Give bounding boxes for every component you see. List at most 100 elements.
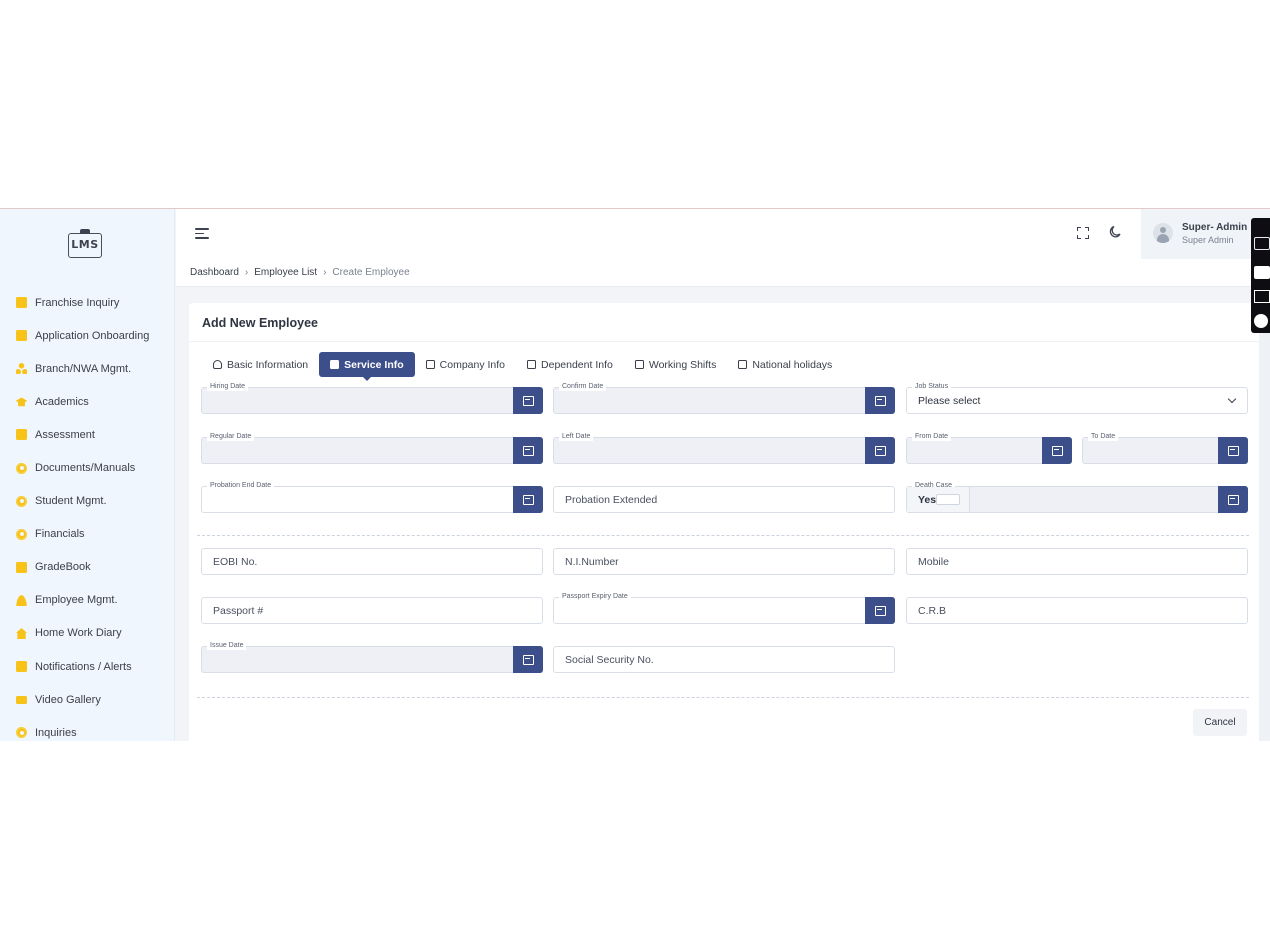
calendar-icon[interactable] xyxy=(1042,437,1072,464)
eobi-no-input[interactable]: EOBI No. xyxy=(201,548,543,575)
sidebar-item-label: GradeBook xyxy=(35,561,91,574)
sidebar-item-financials[interactable]: Financials xyxy=(0,518,175,551)
calendar-icon[interactable] xyxy=(513,486,543,513)
death-case-field[interactable]: Death Case Yes xyxy=(906,481,1248,513)
graduation-cap-icon xyxy=(16,397,27,407)
sidebar-item-label: Assessment xyxy=(35,428,95,441)
sitemap-icon xyxy=(527,360,537,369)
death-case-checkbox[interactable] xyxy=(936,494,960,505)
file-icon xyxy=(16,429,27,441)
field-label: To Date xyxy=(1088,432,1119,441)
sidebar-item-label: Documents/Manuals xyxy=(35,462,136,475)
calendar-icon[interactable] xyxy=(865,437,895,464)
tab-label: Working Shifts xyxy=(648,358,717,371)
user-role: Super Admin xyxy=(1182,235,1234,245)
probation-end-date-field[interactable]: Probation End Date xyxy=(201,481,543,513)
tab-dependent-info[interactable]: Dependent Info xyxy=(516,352,624,377)
menu-toggle-icon[interactable] xyxy=(195,228,209,240)
sidebar-item-label: Student Mgmt. xyxy=(35,495,107,508)
field-label: Passport Expiry Date xyxy=(559,592,631,601)
calendar-icon[interactable] xyxy=(513,437,543,464)
sidebar-item-home-work-diary[interactable]: Home Work Diary xyxy=(0,617,175,650)
field-label: Job Status xyxy=(912,382,952,391)
sidebar-item-student-mgmt[interactable]: Student Mgmt. xyxy=(0,485,175,518)
field-placeholder: Mobile xyxy=(918,556,949,568)
calendar-icon[interactable] xyxy=(513,646,543,673)
field-label: Left Date xyxy=(559,432,594,441)
sidebar-item-gradebook[interactable]: GradeBook xyxy=(0,551,175,584)
briefcase-icon xyxy=(330,360,340,369)
tab-national-holidays[interactable]: National holidays xyxy=(727,352,843,377)
sidebar-nav: Franchise Inquiry Application Onboarding… xyxy=(0,286,175,741)
mobile-input[interactable]: Mobile xyxy=(906,548,1248,575)
page-title: Add New Employee xyxy=(202,316,318,330)
left-date-field[interactable]: Left Date xyxy=(553,432,895,464)
calendar-icon[interactable] xyxy=(513,387,543,414)
sidebar-item-assessment[interactable]: Assessment xyxy=(0,418,175,451)
sidebar-item-video-gallery[interactable]: Video Gallery xyxy=(0,683,175,716)
lms-logo[interactable]: LMS xyxy=(68,229,102,258)
tab-label: Service Info xyxy=(344,358,404,371)
cancel-button[interactable]: Cancel xyxy=(1193,709,1247,736)
video-icon xyxy=(16,695,27,704)
tab-company-info[interactable]: Company Info xyxy=(415,352,516,377)
breadcrumb-dashboard[interactable]: Dashboard xyxy=(190,267,239,278)
job-status-select[interactable]: Job Status Please select xyxy=(906,382,1248,414)
confirm-date-field[interactable]: Confirm Date xyxy=(553,382,895,414)
probation-extended-input[interactable]: Probation Extended xyxy=(553,486,895,513)
fullscreen-icon[interactable] xyxy=(1077,227,1089,239)
video-icon[interactable] xyxy=(1254,266,1270,279)
sidebar-item-employee-mgmt[interactable]: Employee Mgmt. xyxy=(0,584,175,617)
to-date-field[interactable]: To Date xyxy=(1082,432,1248,464)
field-placeholder: N.I.Number xyxy=(565,556,619,568)
moon-icon[interactable] xyxy=(1108,225,1122,239)
calendar-icon[interactable] xyxy=(1218,437,1248,464)
divider xyxy=(189,341,1259,342)
tab-label: Dependent Info xyxy=(541,358,613,371)
sidebar-item-application-onboarding[interactable]: Application Onboarding xyxy=(0,319,175,352)
calendar-icon[interactable] xyxy=(865,387,895,414)
chevron-down-icon xyxy=(1227,394,1237,404)
sidebar-item-branch-mgmt[interactable]: Branch/NWA Mgmt. xyxy=(0,352,175,385)
tab-service-info[interactable]: Service Info xyxy=(319,352,415,381)
ni-number-input[interactable]: N.I.Number xyxy=(553,548,895,575)
floating-toolbar xyxy=(1251,218,1270,333)
issue-date-field[interactable]: Issue Date xyxy=(201,641,543,673)
calendar-icon[interactable] xyxy=(1218,486,1248,513)
top-header: Super- Admin Super Admin Dashboard › Emplo… xyxy=(176,209,1270,287)
sidebar-item-franchise-inquiry[interactable]: Franchise Inquiry xyxy=(0,286,175,319)
scrollbar[interactable] xyxy=(1259,303,1270,741)
form-tabs: Basic Information Service Info Company I… xyxy=(202,352,843,381)
camera-icon[interactable] xyxy=(1254,237,1270,250)
book-icon xyxy=(16,561,27,573)
sidebar-item-label: Branch/NWA Mgmt. xyxy=(35,362,132,375)
briefcase-icon xyxy=(738,360,748,369)
field-label: From Date xyxy=(912,432,952,441)
sidebar-item-academics[interactable]: Academics xyxy=(0,385,175,418)
tab-working-shifts[interactable]: Working Shifts xyxy=(624,352,728,377)
hiring-date-field[interactable]: Hiring Date xyxy=(201,382,543,414)
gear-icon[interactable] xyxy=(1254,314,1268,328)
sidebar-item-inquiries[interactable]: Inquiries xyxy=(0,716,175,741)
clipboard-icon xyxy=(16,297,27,309)
calendar-icon[interactable] xyxy=(865,597,895,624)
tab-basic-information[interactable]: Basic Information xyxy=(202,352,319,377)
bell-icon xyxy=(16,661,27,673)
sidebar-item-documents-manuals[interactable]: Documents/Manuals xyxy=(0,451,175,484)
breadcrumb: Dashboard › Employee List › Create Employee xyxy=(190,267,410,278)
sidebar-item-notifications-alerts[interactable]: Notifications / Alerts xyxy=(0,650,175,683)
social-security-no-input[interactable]: Social Security No. xyxy=(553,646,895,673)
field-label: Probation End Date xyxy=(207,481,275,490)
regular-date-field[interactable]: Regular Date xyxy=(201,432,543,464)
passport-expiry-date-field[interactable]: Passport Expiry Date xyxy=(553,592,895,624)
screen-capture-icon[interactable] xyxy=(1254,290,1270,303)
sidebar-item-label: Inquiries xyxy=(35,726,77,739)
from-date-field[interactable]: From Date xyxy=(906,432,1072,464)
passport-input[interactable]: Passport # xyxy=(201,597,543,624)
gear-icon xyxy=(16,495,27,507)
breadcrumb-employee-list[interactable]: Employee List xyxy=(254,267,317,278)
field-placeholder: Passport # xyxy=(213,605,264,617)
breadcrumb-current: Create Employee xyxy=(332,267,410,278)
crb-input[interactable]: C.R.B xyxy=(906,597,1248,624)
field-placeholder: Probation Extended xyxy=(565,494,658,506)
